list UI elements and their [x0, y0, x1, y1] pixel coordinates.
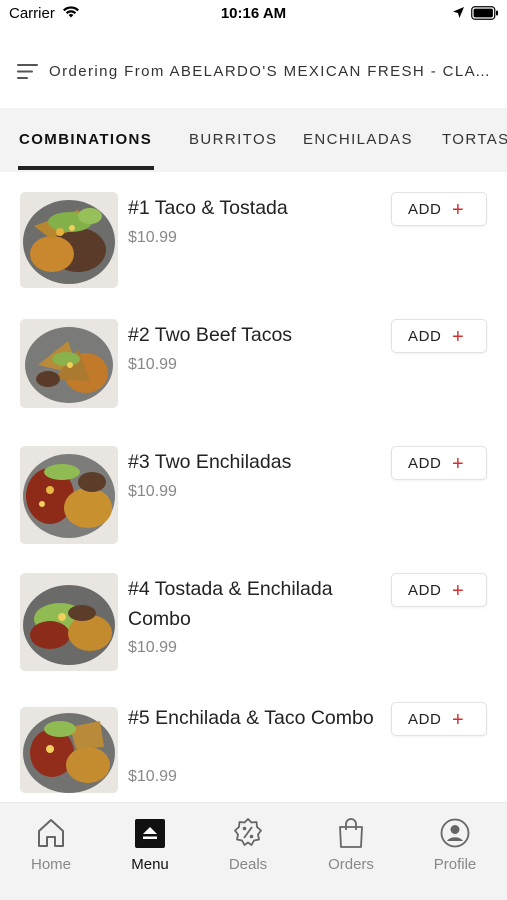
deals-icon: [234, 818, 262, 846]
item-price: $10.99: [128, 356, 177, 373]
item-name: #4 Tostada & Enchilada Combo: [128, 578, 333, 630]
plus-icon: +: [452, 580, 464, 602]
nav-deals-label: Deals: [228, 856, 268, 873]
plus-icon: +: [452, 453, 464, 475]
add-label: ADD: [408, 711, 442, 728]
menu-item-list: #1 Taco & Tostada $10.99 ADD + #2 Two Be…: [0, 172, 507, 802]
ordering-location-title[interactable]: Ordering From ABELARDO'S MEXICAN FRESH -…: [49, 63, 495, 80]
nav-profile[interactable]: Profile: [405, 803, 505, 900]
home-icon: [38, 819, 64, 847]
nav-home[interactable]: Home: [1, 803, 101, 900]
food-photo: [20, 446, 118, 544]
orders-icon: [339, 818, 363, 848]
food-photo: [20, 707, 118, 793]
add-button[interactable]: ADD +: [391, 192, 487, 226]
profile-icon: [440, 818, 470, 848]
item-name: #5 Enchilada & Taco Combo: [128, 707, 374, 729]
nav-orders[interactable]: Orders: [301, 803, 401, 900]
item-price: $10.99: [128, 229, 177, 246]
menu-lines-icon[interactable]: [17, 63, 39, 80]
add-button[interactable]: ADD +: [391, 319, 487, 353]
menu-item[interactable]: #1 Taco & Tostada $10.99 ADD +: [0, 192, 507, 319]
menu-icon: [135, 819, 165, 848]
menu-item[interactable]: #5 Enchilada & Taco Combo $10.99 ADD +: [0, 702, 507, 802]
category-tabs: COMBINATIONS BURRITOS ENCHILADAS TORTAS: [0, 108, 507, 172]
add-label: ADD: [408, 455, 442, 472]
item-price: $10.99: [128, 483, 177, 500]
clock-time: 10:16 AM: [220, 5, 287, 22]
nav-home-label: Home: [30, 856, 71, 873]
add-label: ADD: [408, 328, 442, 345]
item-name: #3 Two Enchiladas: [128, 451, 292, 473]
tab-burritos[interactable]: BURRITOS: [189, 131, 277, 148]
tab-combinations[interactable]: COMBINATIONS: [19, 131, 152, 148]
tab-enchiladas[interactable]: ENCHILADAS: [303, 131, 413, 148]
food-photo: [20, 319, 118, 408]
item-price: $10.99: [128, 768, 177, 785]
add-button[interactable]: ADD +: [391, 573, 487, 607]
plus-icon: +: [452, 709, 464, 731]
add-button[interactable]: ADD +: [391, 446, 487, 480]
menu-item[interactable]: #4 Tostada & Enchilada Combo $10.99 ADD …: [0, 573, 507, 700]
plus-icon: +: [452, 199, 464, 221]
add-label: ADD: [408, 201, 442, 218]
item-name: #2 Two Beef Tacos: [128, 324, 293, 346]
battery-icon: [471, 6, 498, 20]
nav-orders-label: Orders: [328, 856, 374, 873]
nav-deals[interactable]: Deals: [198, 803, 298, 900]
app-header: Ordering From ABELARDO'S MEXICAN FRESH -…: [0, 50, 507, 94]
add-button[interactable]: ADD +: [391, 702, 487, 736]
food-photo: [20, 192, 118, 288]
item-name: #1 Taco & Tostada: [128, 197, 288, 219]
tab-tortas[interactable]: TORTAS: [442, 131, 507, 148]
nav-profile-label: Profile: [433, 856, 477, 873]
menu-item[interactable]: #3 Two Enchiladas $10.99 ADD +: [0, 446, 507, 573]
active-tab-indicator: [18, 166, 154, 170]
status-bar: Carrier 10:16 AM: [0, 0, 507, 30]
nav-menu[interactable]: Menu: [100, 803, 200, 900]
add-label: ADD: [408, 582, 442, 599]
nav-menu-label: Menu: [131, 856, 169, 873]
location-arrow-icon: [453, 7, 464, 18]
plus-icon: +: [452, 326, 464, 348]
item-price: $10.99: [128, 639, 177, 656]
bottom-nav: Home Menu Deals Orders Profile: [0, 802, 507, 900]
food-photo: [20, 573, 118, 671]
menu-item[interactable]: #2 Two Beef Tacos $10.99 ADD +: [0, 319, 507, 446]
